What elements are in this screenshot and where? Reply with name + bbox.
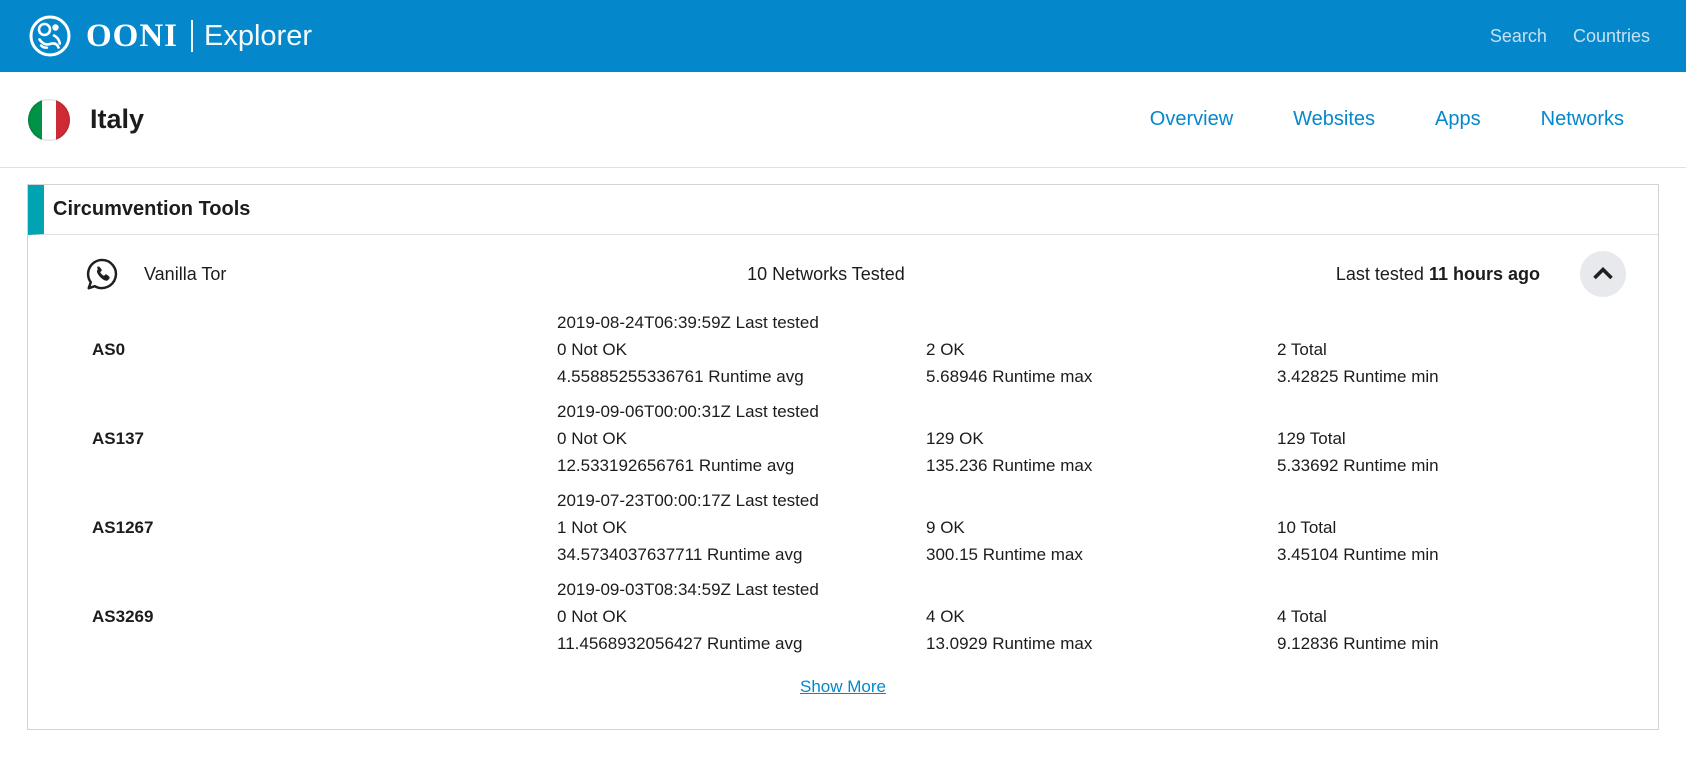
collapse-button[interactable] <box>1580 251 1626 297</box>
country-nav: Overview Websites Apps Networks <box>1150 108 1624 131</box>
last-tested-cell: 2019-09-03T08:34:59Z Last tested <box>557 576 926 603</box>
asn-label: AS0 <box>28 336 557 363</box>
runtime-min-cell: 5.33692 Runtime min <box>1277 452 1658 479</box>
runtime-min-cell: 3.45104 Runtime min <box>1277 541 1658 568</box>
runtime-max-cell: 5.68946 Runtime max <box>926 363 1277 390</box>
not-ok-cell: 0 Not OK <box>557 336 926 363</box>
last-tested-summary: Last tested 11 hours ago <box>1336 264 1540 285</box>
test-group-row[interactable]: Vanilla Tor 10 Networks Tested Last test… <box>28 235 1658 305</box>
circumvention-tools-card: Circumvention Tools Vanilla Tor 10 Netwo… <box>27 184 1659 730</box>
runtime-avg-cell: 34.5734037637711 Runtime avg <box>557 541 926 568</box>
not-ok-cell: 0 Not OK <box>557 425 926 452</box>
country-header: Italy Overview Websites Apps Networks <box>0 72 1686 168</box>
ooni-logo-icon <box>28 14 72 58</box>
show-more-wrap: Show More <box>28 661 1658 729</box>
topbar-nav: Search Countries <box>1490 26 1650 47</box>
runtime-avg-cell: 12.533192656761 Runtime avg <box>557 452 926 479</box>
network-row: AS0 2019-08-24T06:39:59Z Last tested 0 N… <box>28 305 1658 394</box>
last-tested-cell: 2019-07-23T00:00:17Z Last tested <box>557 487 926 514</box>
test-group-left: Vanilla Tor <box>56 256 316 292</box>
vanilla-tor-icon <box>56 256 120 292</box>
not-ok-cell: 0 Not OK <box>557 603 926 630</box>
total-cell: 10 Total <box>1277 514 1658 541</box>
tab-overview[interactable]: Overview <box>1150 108 1233 131</box>
tab-networks[interactable]: Networks <box>1541 108 1624 131</box>
brand-name: OONI <box>86 18 178 55</box>
tab-websites[interactable]: Websites <box>1293 108 1375 131</box>
runtime-avg-cell: 11.4568932056427 Runtime avg <box>557 630 926 657</box>
network-row: AS1267 2019-07-23T00:00:17Z Last tested … <box>28 483 1658 572</box>
network-row: AS137 2019-09-06T00:00:31Z Last tested 0… <box>28 394 1658 483</box>
tab-apps[interactable]: Apps <box>1435 108 1481 131</box>
search-link[interactable]: Search <box>1490 26 1547 47</box>
last-tested-cell: 2019-08-24T06:39:59Z Last tested <box>557 309 926 336</box>
countries-link[interactable]: Countries <box>1573 26 1650 47</box>
total-cell: 129 Total <box>1277 425 1658 452</box>
total-cell: 2 Total <box>1277 336 1658 363</box>
ok-cell: 2 OK <box>926 336 1277 363</box>
last-tested-cell: 2019-09-06T00:00:31Z Last tested <box>557 398 926 425</box>
runtime-max-cell: 13.0929 Runtime max <box>926 630 1277 657</box>
section-title: Circumvention Tools <box>28 185 1658 235</box>
runtime-max-cell: 135.236 Runtime max <box>926 452 1277 479</box>
asn-label: AS3269 <box>28 603 557 630</box>
italy-flag-icon <box>28 99 70 141</box>
brand-product: Explorer <box>204 20 312 53</box>
ok-cell: 9 OK <box>926 514 1277 541</box>
country-name: Italy <box>90 104 144 135</box>
runtime-max-cell: 300.15 Runtime max <box>926 541 1277 568</box>
show-more-link[interactable]: Show More <box>800 677 886 696</box>
topbar: OONI Explorer Search Countries <box>0 0 1686 72</box>
networks-tested-count: 10 Networks Tested <box>316 264 1336 285</box>
not-ok-cell: 1 Not OK <box>557 514 926 541</box>
ok-cell: 4 OK <box>926 603 1277 630</box>
network-row: AS3269 2019-09-03T08:34:59Z Last tested … <box>28 572 1658 661</box>
ooni-home-link[interactable]: OONI Explorer <box>28 14 312 58</box>
test-group-name: Vanilla Tor <box>144 264 226 285</box>
runtime-min-cell: 3.42825 Runtime min <box>1277 363 1658 390</box>
chevron-up-icon <box>1592 266 1614 283</box>
total-cell: 4 Total <box>1277 603 1658 630</box>
runtime-avg-cell: 4.55885255336761 Runtime avg <box>557 363 926 390</box>
ok-cell: 129 OK <box>926 425 1277 452</box>
asn-label: AS137 <box>28 425 557 452</box>
brand-divider <box>191 20 193 52</box>
runtime-min-cell: 9.12836 Runtime min <box>1277 630 1658 657</box>
asn-label: AS1267 <box>28 514 557 541</box>
